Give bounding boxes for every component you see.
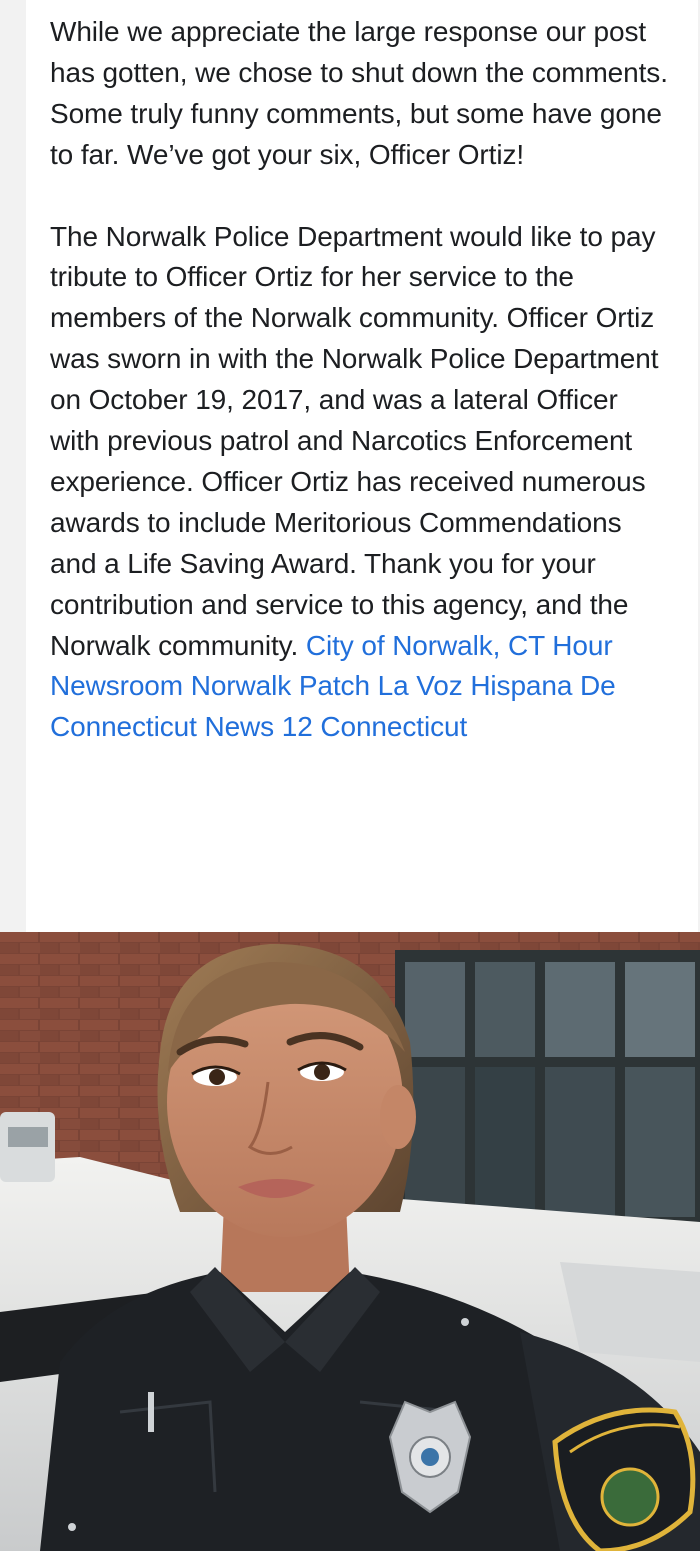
tribute-text: The Norwalk Police Department would like… xyxy=(50,220,659,661)
tag-link-city-of-norwalk[interactable]: City of Norwalk, CT xyxy=(306,630,545,661)
officer-photo-illustration xyxy=(0,932,700,1551)
post-paragraph-tribute: The Norwalk Police Department would like… xyxy=(50,217,670,749)
officer-photo[interactable] xyxy=(0,932,700,1551)
ear xyxy=(380,1085,416,1149)
tag-link-norwalk-patch[interactable]: Norwalk Patch xyxy=(191,670,370,701)
post-text: While we appreciate the large response o… xyxy=(50,12,670,748)
post-card: While we appreciate the large response o… xyxy=(26,0,698,932)
building-windows xyxy=(395,950,700,1230)
tag-link-news-12[interactable]: News 12 Connecticut xyxy=(204,711,467,742)
post-paragraph-update: While we appreciate the large response o… xyxy=(50,16,668,170)
